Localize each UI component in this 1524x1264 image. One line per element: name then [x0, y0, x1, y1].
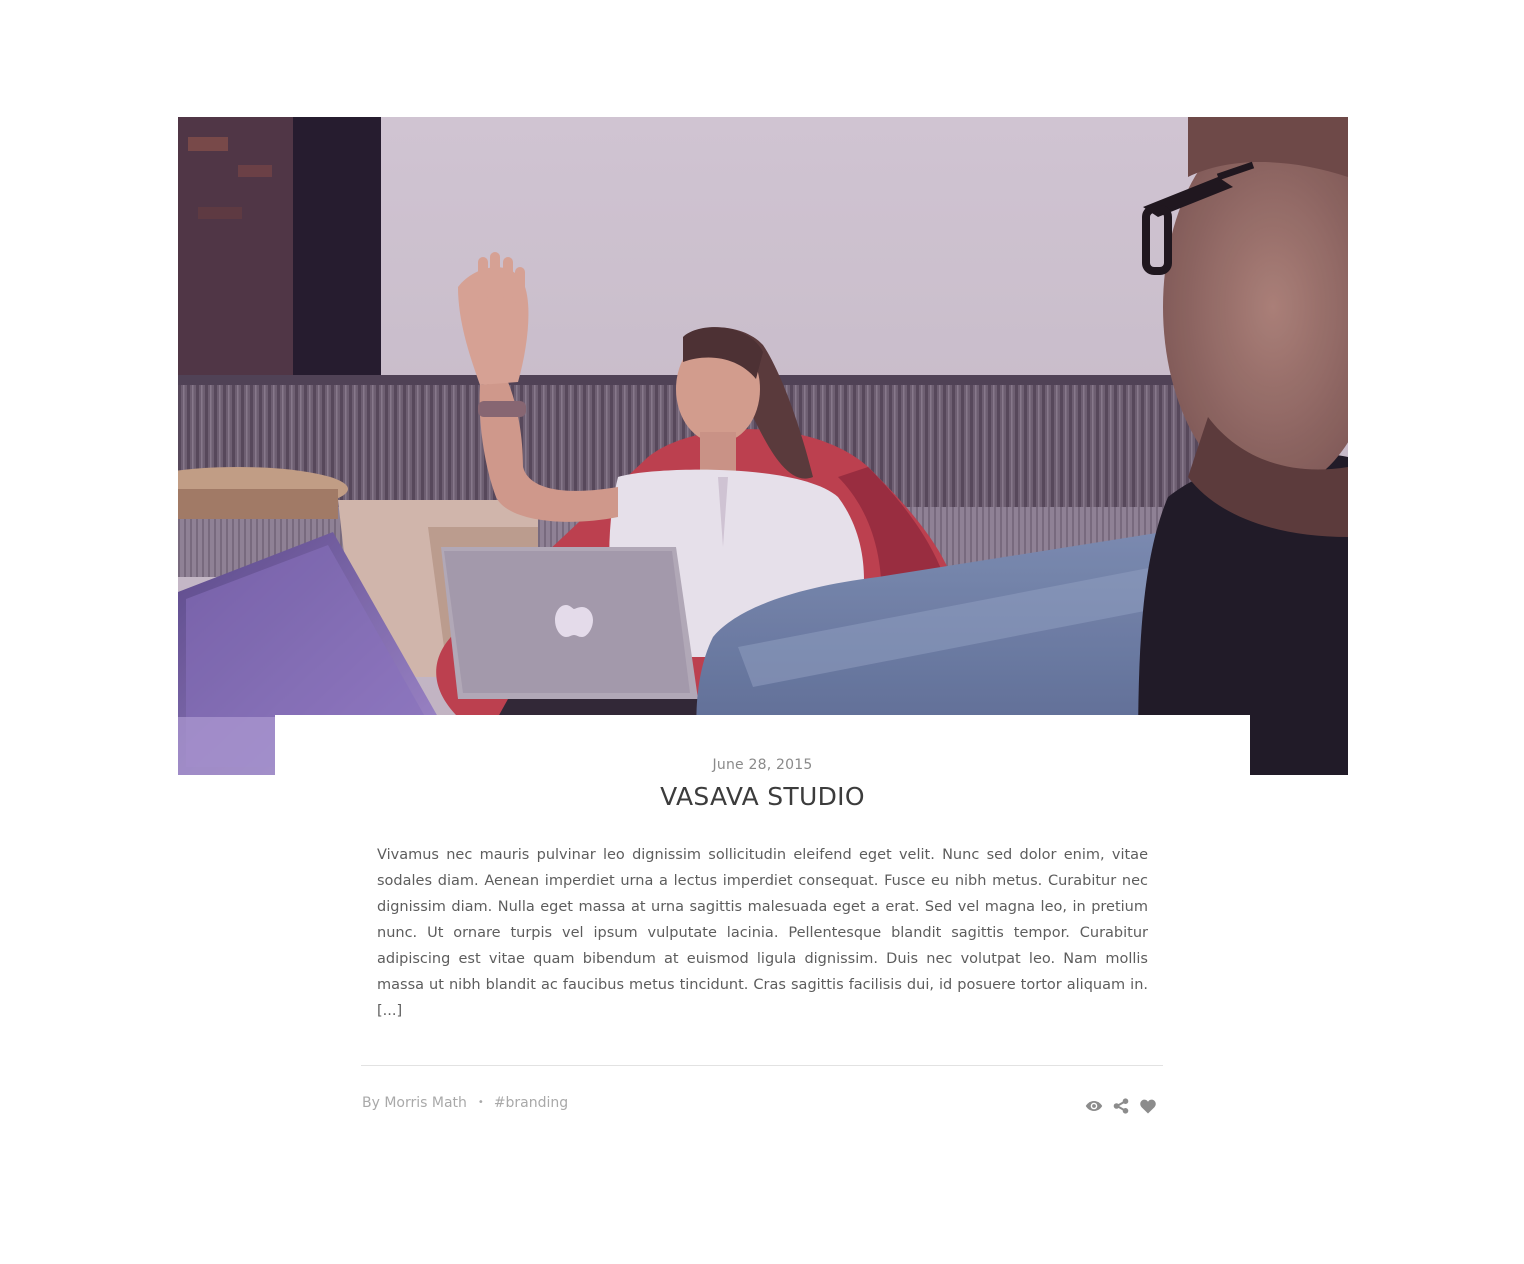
- author-link[interactable]: By Morris Math: [362, 1095, 467, 1111]
- like-button[interactable]: [1139, 1097, 1157, 1115]
- post-meta: By Morris Math • #branding: [362, 1095, 568, 1111]
- tag-link[interactable]: #branding: [494, 1095, 568, 1111]
- heart-icon: [1140, 1099, 1156, 1113]
- featured-photo: [178, 117, 1348, 775]
- post-date: June 28, 2015: [712, 757, 813, 773]
- share-button[interactable]: [1112, 1097, 1130, 1115]
- views-button[interactable]: [1085, 1097, 1103, 1115]
- eye-icon: [1085, 1101, 1103, 1111]
- read-more-link[interactable]: [...]: [377, 1003, 402, 1019]
- post-excerpt: Vivamus nec mauris pulvinar leo dignissi…: [377, 842, 1148, 1024]
- post-excerpt-text: Vivamus nec mauris pulvinar leo dignissi…: [377, 847, 1148, 993]
- post-footer-divider: [361, 1065, 1163, 1066]
- share-icon: [1113, 1098, 1129, 1114]
- post-featured-image[interactable]: [178, 117, 1348, 775]
- post-title[interactable]: VASAVA STUDIO: [275, 782, 1250, 811]
- meta-separator: •: [477, 1097, 484, 1108]
- post-actions: [1085, 1097, 1157, 1115]
